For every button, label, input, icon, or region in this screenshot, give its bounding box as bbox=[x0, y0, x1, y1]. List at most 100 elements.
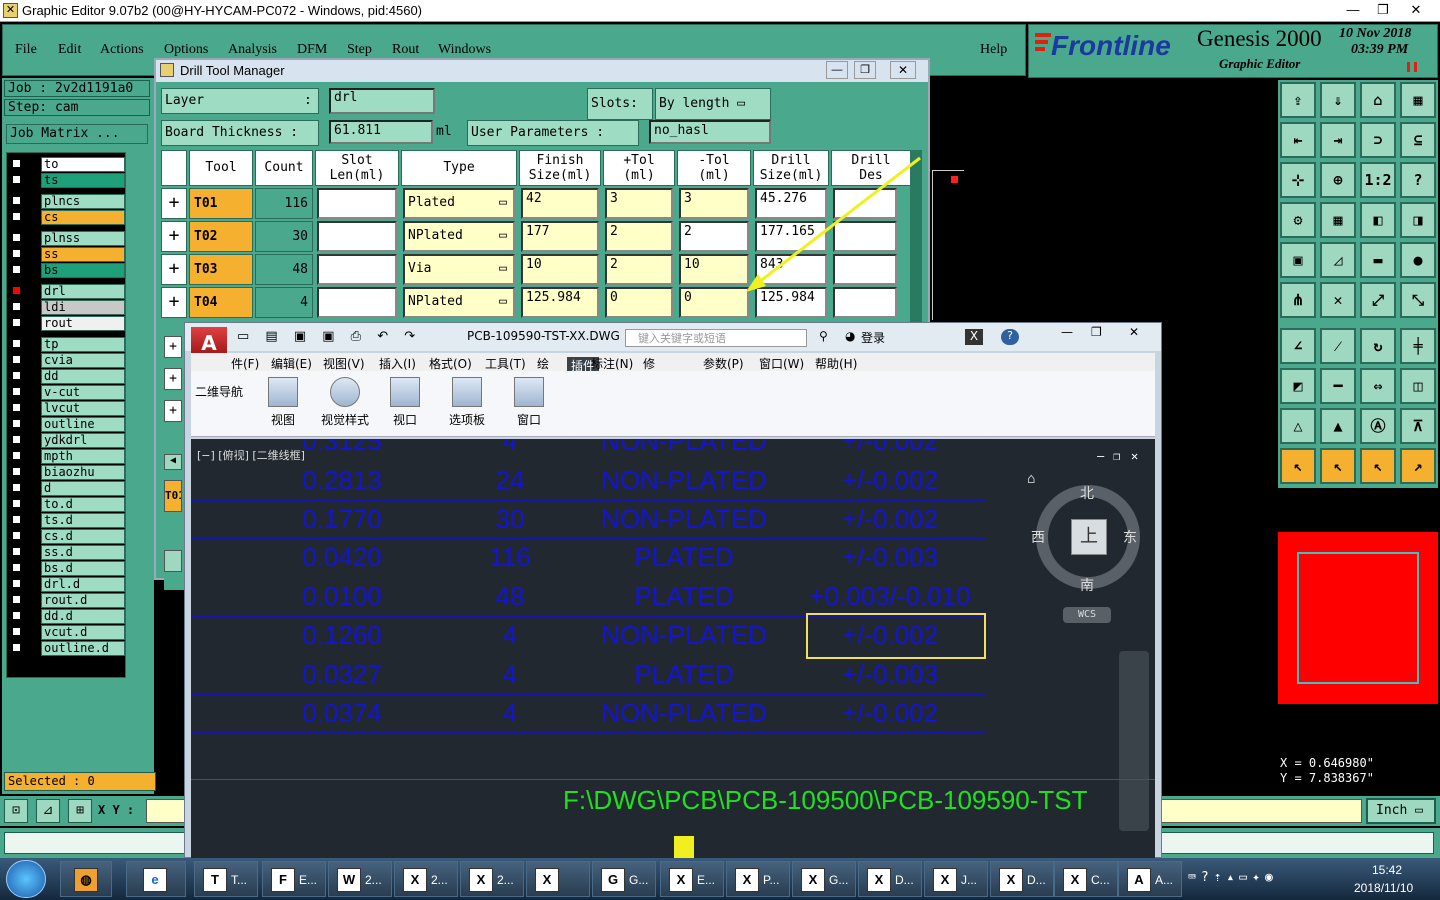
taskbar-item[interactable]: X bbox=[526, 861, 590, 897]
layer-name[interactable]: vcut.d bbox=[41, 625, 125, 640]
table-cell[interactable]: +0.003/-0.010 bbox=[795, 577, 985, 616]
tool-icon-39[interactable]: ↖ bbox=[1360, 448, 1396, 484]
layer-row-dd[interactable]: dd bbox=[9, 369, 127, 384]
cad-menu-item[interactable]: 修 bbox=[643, 355, 655, 372]
layer-checkbox[interactable] bbox=[11, 514, 22, 525]
cad-menu-item[interactable]: 编辑(E) bbox=[271, 355, 312, 372]
menu-edit[interactable]: Edit bbox=[58, 42, 81, 58]
layer-name[interactable]: drl.d bbox=[41, 577, 125, 592]
layer-checkbox[interactable] bbox=[11, 626, 22, 637]
tool-icon-27[interactable]: ↻ bbox=[1360, 328, 1396, 364]
plus-tol-input[interactable]: 2 bbox=[605, 221, 673, 252]
layer-row-cs[interactable]: cs bbox=[9, 210, 127, 225]
layer-checkbox[interactable] bbox=[11, 370, 22, 381]
tool-cell[interactable]: T03 bbox=[189, 254, 253, 285]
layer-row-d[interactable]: d bbox=[9, 481, 127, 496]
layer-checkbox[interactable] bbox=[11, 434, 22, 445]
layer-name[interactable]: dd.d bbox=[41, 609, 125, 624]
layer-row-dd.d[interactable]: dd.d bbox=[9, 609, 127, 624]
expand-row-icon[interactable]: + bbox=[164, 400, 182, 422]
layer-checkbox[interactable] bbox=[11, 642, 22, 653]
layer-row-ydkdrl[interactable]: ydkdrl bbox=[9, 433, 127, 448]
cad-minimize-icon[interactable]: — bbox=[1061, 325, 1073, 339]
layer-name[interactable]: dd bbox=[41, 369, 125, 384]
expand-row-icon[interactable]: + bbox=[161, 188, 187, 219]
table-cell[interactable]: PLATED bbox=[573, 538, 795, 577]
ribbon-window[interactable]: 窗口 bbox=[501, 375, 557, 433]
viewcube-top[interactable]: 上 bbox=[1071, 519, 1107, 555]
menu-options[interactable]: Options bbox=[164, 42, 208, 58]
layer-row-ts.d[interactable]: ts.d bbox=[9, 513, 127, 528]
layer-row-outline.d[interactable]: outline.d bbox=[9, 641, 127, 656]
cad-menu-item[interactable]: 工具(T) bbox=[485, 355, 526, 372]
tool-icon-35[interactable]: Ⓐ bbox=[1360, 408, 1396, 444]
taskbar-item[interactable]: F E... bbox=[262, 861, 326, 897]
minus-tol-input[interactable]: 2 bbox=[679, 221, 749, 252]
layer-name[interactable]: cs.d bbox=[41, 529, 125, 544]
menu-analysis[interactable]: Analysis bbox=[228, 42, 277, 58]
layer-row-vcut.d[interactable]: vcut.d bbox=[9, 625, 127, 640]
minus-tol-input[interactable]: 3 bbox=[679, 188, 749, 219]
taskbar-item[interactable]: X G... bbox=[792, 861, 856, 897]
tool-icon-13[interactable]: ⚙ bbox=[1280, 202, 1316, 238]
table-cell[interactable]: +/-0.002 bbox=[795, 461, 985, 500]
ribbon-visual-style[interactable]: 视觉样式 bbox=[315, 375, 375, 433]
viewport-close-icon[interactable]: ✕ bbox=[1131, 449, 1138, 463]
layer-checkbox[interactable] bbox=[11, 264, 22, 275]
board-thickness-input[interactable]: 61.811 bbox=[329, 120, 433, 144]
taskbar-pinned-shell[interactable]: ◍ bbox=[60, 861, 112, 897]
layer-checkbox[interactable] bbox=[11, 248, 22, 259]
layer-name[interactable]: ydkdrl bbox=[41, 433, 125, 448]
tool-icon-2[interactable]: ⇓ bbox=[1320, 82, 1356, 118]
layer-checkbox[interactable] bbox=[11, 450, 22, 461]
taskbar-item[interactable]: X E... bbox=[660, 861, 724, 897]
table-cell[interactable]: 30 bbox=[447, 500, 573, 539]
table-cell[interactable]: 0.0374 bbox=[237, 694, 447, 733]
layer-name[interactable]: plnss bbox=[41, 231, 125, 246]
menu-rout[interactable]: Rout bbox=[392, 42, 419, 58]
layer-name[interactable]: mpth bbox=[41, 449, 125, 464]
taskbar-item[interactable]: X 2... bbox=[460, 861, 524, 897]
table-cell[interactable]: NON-PLATED bbox=[573, 439, 795, 461]
taskbar-item[interactable]: X C... bbox=[1054, 861, 1118, 897]
help-icon[interactable]: ? bbox=[1001, 329, 1019, 345]
taskbar-item[interactable]: X D... bbox=[858, 861, 922, 897]
cad-menu-item[interactable]: 视图(V) bbox=[323, 355, 365, 372]
cad-menu-item[interactable]: 帮助(H) bbox=[815, 355, 857, 372]
layer-checkbox[interactable] bbox=[11, 386, 22, 397]
finish-size-input[interactable]: 177 bbox=[521, 221, 599, 252]
tool-icon-15[interactable]: ◧ bbox=[1360, 202, 1396, 238]
binoculars-icon[interactable]: ⚲ bbox=[819, 329, 828, 343]
layer-row-cs.d[interactable]: cs.d bbox=[9, 529, 127, 544]
tool-icon-40[interactable]: ↗ bbox=[1400, 448, 1436, 484]
layer-checkbox[interactable] bbox=[11, 301, 22, 312]
type-select[interactable]: NPlated ▭ bbox=[403, 287, 515, 318]
tool-icon-8[interactable]: ⊆ bbox=[1400, 122, 1436, 158]
close-icon[interactable]: ✕ bbox=[1396, 0, 1436, 20]
scroll-left-icon[interactable]: ◀ bbox=[164, 454, 182, 470]
dtm-button-stub[interactable] bbox=[164, 550, 182, 572]
tool-icon-16[interactable]: ◨ bbox=[1400, 202, 1436, 238]
table-cell[interactable]: 4 bbox=[447, 694, 573, 733]
tool-icon-12[interactable]: ? bbox=[1400, 162, 1436, 198]
layer-row-ldi[interactable]: ldi bbox=[9, 300, 127, 315]
slot-length-input[interactable] bbox=[317, 287, 397, 318]
units-select[interactable]: Inch ▭ bbox=[1366, 798, 1436, 824]
pause-icon[interactable] bbox=[1407, 62, 1417, 72]
cad-search-input[interactable]: 键入关键字或短语 bbox=[625, 329, 807, 347]
layer-checkbox[interactable] bbox=[11, 594, 22, 605]
ribbon-tab-2d-nav[interactable]: 二维导航 bbox=[195, 383, 243, 400]
layer-row-lvcut[interactable]: lvcut bbox=[9, 401, 127, 416]
finish-size-input[interactable]: 125.984 bbox=[521, 287, 599, 318]
tool-icon-5[interactable]: ⇤ bbox=[1280, 122, 1316, 158]
table-cell[interactable]: PLATED bbox=[573, 655, 795, 694]
cad-menu-item[interactable]: 件(F) bbox=[231, 355, 259, 372]
layer-row-plnss[interactable]: plnss bbox=[9, 231, 127, 246]
ribbon-view[interactable]: 视图 bbox=[255, 375, 311, 433]
compass-east[interactable]: 东 bbox=[1123, 527, 1137, 547]
quick-access-icons[interactable]: ▭ ▤ ▣ ▣ ⎙ ↶ ↷ bbox=[237, 329, 427, 347]
tool-icon-10[interactable]: ⊕ bbox=[1320, 162, 1356, 198]
layer-name[interactable]: rout bbox=[41, 316, 125, 331]
layer-name[interactable]: drl bbox=[41, 284, 125, 299]
cad-menu-item[interactable]: 绘 bbox=[537, 355, 549, 372]
